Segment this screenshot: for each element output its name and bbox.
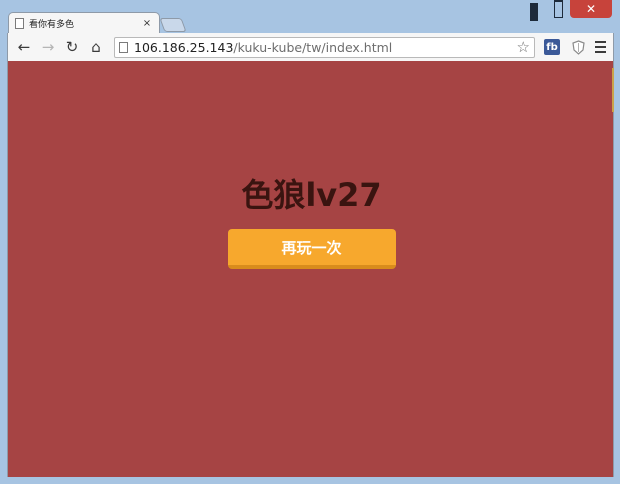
url-path: /kuku-kube/tw/index.html xyxy=(233,39,393,55)
replay-button[interactable]: 再玩一次 xyxy=(227,229,396,269)
page-content: 色狼lv27 再玩一次 xyxy=(7,61,614,477)
close-window-button[interactable]: ✕ xyxy=(570,0,612,18)
tab-title: 看你有多色 xyxy=(29,20,75,30)
maximize-button[interactable] xyxy=(546,0,570,18)
forward-button[interactable]: → xyxy=(36,36,60,58)
bookmark-star-icon[interactable]: ☆ xyxy=(517,38,530,56)
menu-line xyxy=(594,46,606,48)
facebook-extension-icon[interactable]: fb xyxy=(544,39,560,55)
browser-tab[interactable]: 看你有多色 × xyxy=(8,12,160,34)
result-title: 色狼lv27 xyxy=(241,176,382,214)
tab-close-icon[interactable]: × xyxy=(141,18,153,29)
minimize-button[interactable] xyxy=(522,0,546,21)
address-bar[interactable]: 106.186.25.143/kuku-kube/tw/index.html ☆ xyxy=(114,36,535,58)
home-button[interactable]: ⌂ xyxy=(84,36,108,58)
menu-line xyxy=(594,51,606,53)
page-icon xyxy=(15,18,24,29)
minimize-icon xyxy=(530,3,538,21)
window-controls: ✕ xyxy=(522,0,612,21)
forward-arrow-icon: → xyxy=(41,38,55,56)
home-icon: ⌂ xyxy=(91,38,101,56)
new-tab-button[interactable] xyxy=(159,18,187,32)
game-over-panel: 色狼lv27 再玩一次 xyxy=(8,170,615,269)
browser-toolbar: ← → ↻ ⌂ 106.186.25.143/kuku-kube/tw/inde… xyxy=(7,33,614,61)
back-button[interactable]: ← xyxy=(12,36,36,58)
menu-line xyxy=(594,41,606,43)
page-info-icon[interactable] xyxy=(119,41,128,53)
shield-extension-button[interactable] xyxy=(570,38,586,56)
url-host: 106.186.25.143 xyxy=(134,39,234,55)
maximize-icon xyxy=(553,0,563,18)
reload-icon: ↻ xyxy=(65,38,79,56)
scrollbar-edge xyxy=(612,68,614,112)
reload-button[interactable]: ↻ xyxy=(60,36,84,58)
back-arrow-icon: ← xyxy=(17,38,31,56)
close-icon: ✕ xyxy=(585,2,597,16)
shield-icon xyxy=(571,39,585,55)
url-text: 106.186.25.143/kuku-kube/tw/index.html xyxy=(134,40,392,55)
browser-menu-button[interactable] xyxy=(591,38,609,56)
